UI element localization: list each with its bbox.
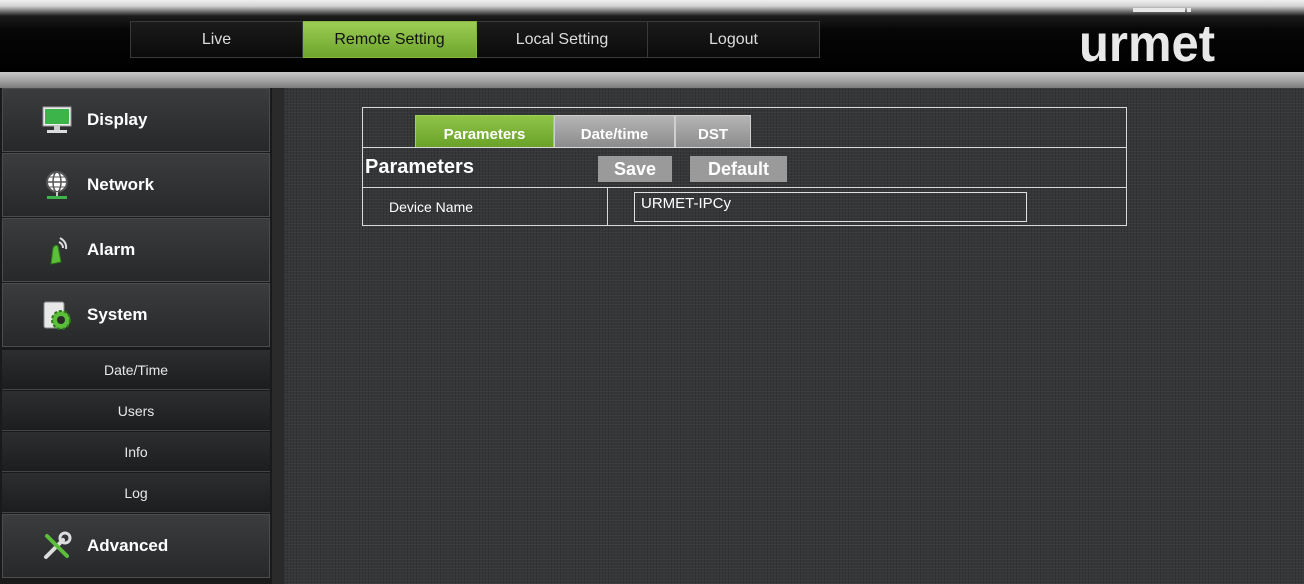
section-title: Parameters xyxy=(365,156,474,178)
nav-tab-remote-setting[interactable]: Remote Setting xyxy=(303,21,477,58)
sidebar-item-label: System xyxy=(87,305,148,324)
top-header: Live Remote Setting Local Setting Logout… xyxy=(0,0,1304,72)
save-button[interactable]: Save xyxy=(598,156,672,182)
header-divider xyxy=(0,72,1304,88)
tools-icon xyxy=(41,530,73,562)
logo-text: urmet xyxy=(1079,15,1215,66)
default-button[interactable]: Default xyxy=(690,156,787,182)
sidebar-edge xyxy=(272,88,284,584)
sidebar-item-label: Display xyxy=(87,110,148,129)
alarm-siren-icon xyxy=(41,234,73,266)
sidebar-item-alarm[interactable]: Alarm xyxy=(2,218,270,282)
device-name-input[interactable] xyxy=(634,192,1027,222)
nav-tab-live[interactable]: Live xyxy=(130,21,303,58)
monitor-icon xyxy=(41,104,73,136)
sidebar-item-label: Advanced xyxy=(87,536,169,555)
system-gear-icon xyxy=(41,299,73,331)
sidebar-subitem-log[interactable]: Log xyxy=(2,473,270,513)
field-divider xyxy=(607,188,608,226)
sidebar-item-display[interactable]: Display xyxy=(2,88,270,152)
sidebar-subitem-info[interactable]: Info xyxy=(2,432,270,472)
sidebar: Display Network Alarm System Date/Time U… xyxy=(0,88,284,584)
sidebar-item-network[interactable]: Network xyxy=(2,153,270,217)
panel-tabs: Parameters Date/time DST xyxy=(415,115,751,147)
parameters-panel: Parameters Date/time DST Parameters Save… xyxy=(362,107,1127,226)
main-nav: Live Remote Setting Local Setting Logout xyxy=(130,21,820,58)
sidebar-subitem-date-time[interactable]: Date/Time xyxy=(2,350,270,390)
globe-network-icon xyxy=(41,169,73,201)
device-name-label: Device Name xyxy=(389,199,474,215)
sidebar-item-advanced[interactable]: Advanced xyxy=(2,514,270,578)
sidebar-item-system[interactable]: System xyxy=(2,283,270,347)
nav-tab-local-setting[interactable]: Local Setting xyxy=(477,21,648,58)
panel-divider xyxy=(363,187,1126,188)
sidebar-item-label: Alarm xyxy=(87,240,136,259)
tab-dst[interactable]: DST xyxy=(675,115,751,147)
sidebar-subitem-users[interactable]: Users xyxy=(2,391,270,431)
tab-parameters[interactable]: Parameters xyxy=(415,115,554,147)
tab-date-time[interactable]: Date/time xyxy=(554,115,675,147)
nav-tab-logout[interactable]: Logout xyxy=(648,21,820,58)
sidebar-item-label: Network xyxy=(87,175,155,194)
content-area: Parameters Date/time DST Parameters Save… xyxy=(284,88,1304,584)
urmet-logo: urmet xyxy=(1079,8,1215,66)
panel-divider xyxy=(363,147,1126,148)
